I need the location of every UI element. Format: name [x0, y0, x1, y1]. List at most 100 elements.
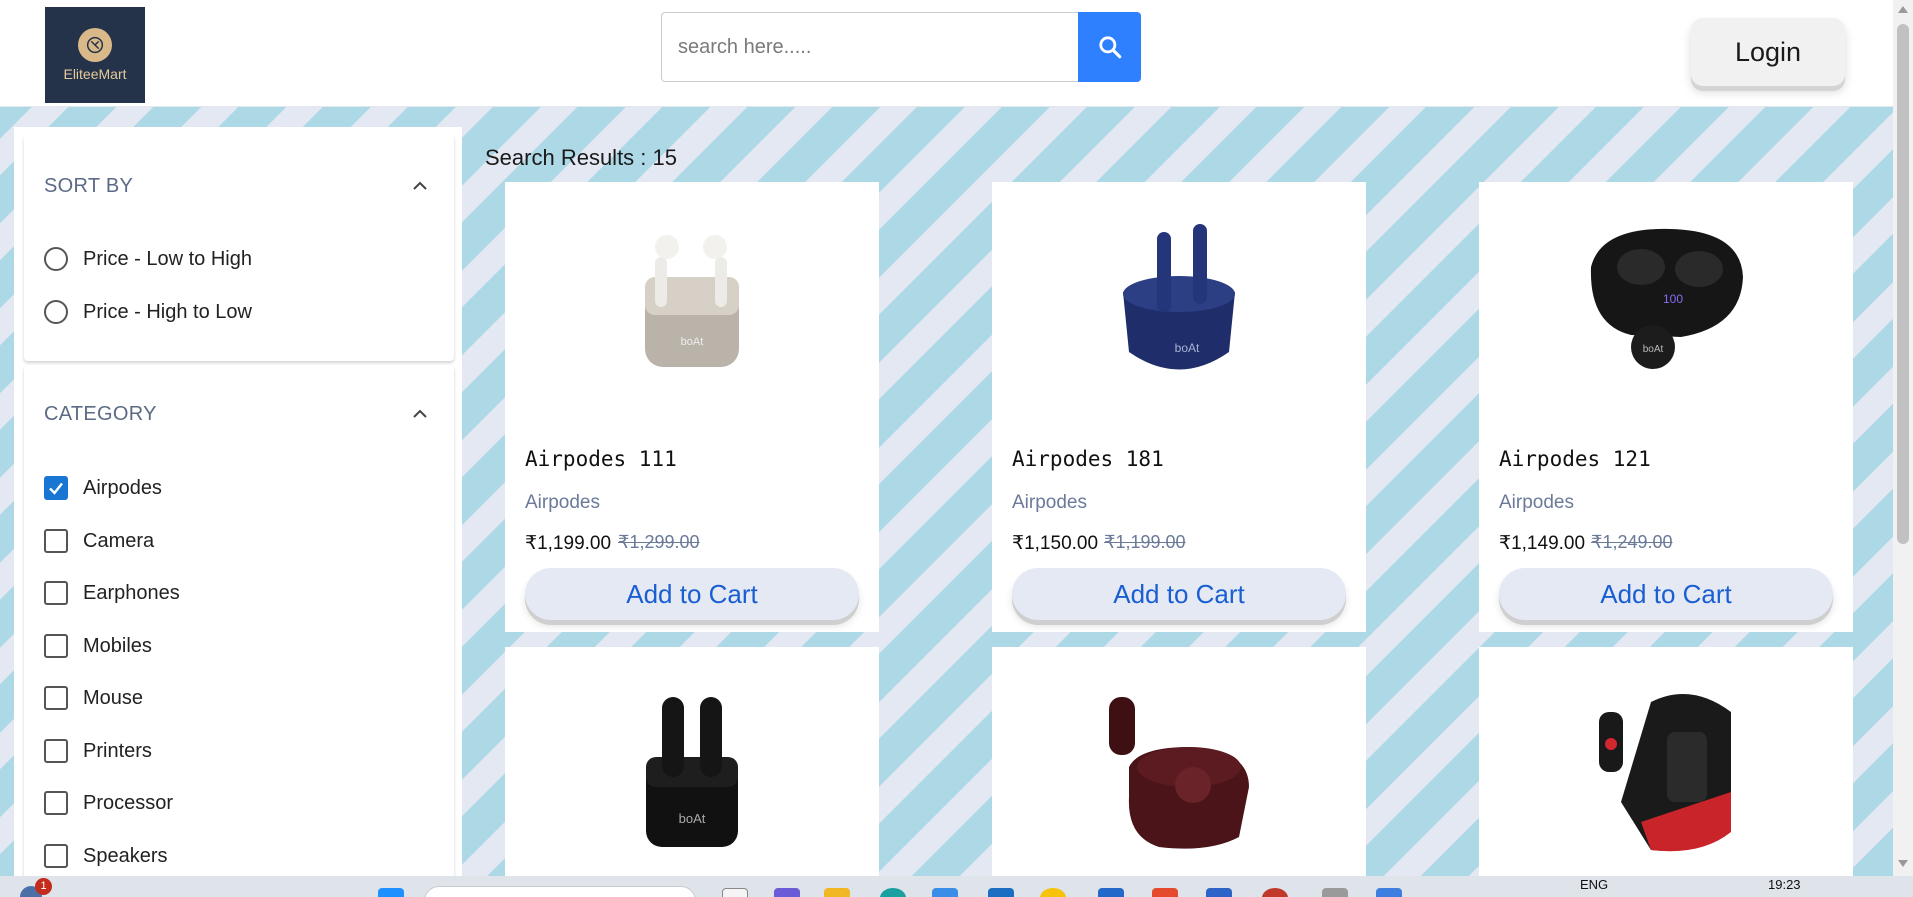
sort-option-high-to-low[interactable]: Price - High to Low: [44, 300, 252, 324]
category-option-processor[interactable]: Processor: [44, 791, 173, 815]
notification-badge: 1: [35, 878, 52, 895]
category-option-mouse[interactable]: Mouse: [44, 686, 143, 710]
checkbox[interactable]: [44, 686, 68, 710]
product-original-price: ₹1,199.00: [1104, 532, 1186, 552]
office-icon[interactable]: [1152, 888, 1178, 897]
product-card[interactable]: [1479, 647, 1853, 887]
product-image[interactable]: [992, 647, 1366, 887]
product-price: ₹1,150.00: [1012, 533, 1099, 554]
category-option-mobiles[interactable]: Mobiles: [44, 634, 152, 658]
product-image[interactable]: boAt: [505, 182, 879, 412]
product-name[interactable]: Airpodes 181: [1012, 447, 1164, 471]
category-panel: CATEGORY Airpodes Camera Earphones Mobil…: [24, 365, 454, 897]
checkbox-checked[interactable]: [44, 476, 68, 500]
app-icon[interactable]: [1376, 888, 1402, 897]
product-image[interactable]: 100 boAt: [1479, 182, 1853, 412]
product-card[interactable]: [992, 647, 1366, 887]
clock-time[interactable]: 19:23: [1768, 877, 1801, 892]
product-name[interactable]: Airpodes 111: [525, 447, 677, 471]
category-option-earphones[interactable]: Earphones: [44, 581, 180, 605]
category-title: CATEGORY: [44, 403, 157, 425]
checkmark-icon: [49, 482, 63, 495]
opera-icon[interactable]: [1262, 888, 1288, 897]
word-icon[interactable]: [1206, 888, 1232, 897]
add-to-cart-button[interactable]: Add to Cart: [1499, 568, 1833, 620]
chevron-up-icon[interactable]: [410, 407, 430, 421]
checkbox[interactable]: [44, 634, 68, 658]
mail-icon[interactable]: [988, 888, 1014, 897]
product-image[interactable]: [1479, 647, 1853, 887]
category-label: Airpodes: [83, 476, 162, 499]
radio-button[interactable]: [44, 247, 68, 271]
category-option-printers[interactable]: Printers: [44, 739, 152, 763]
chevron-up-icon[interactable]: [410, 179, 430, 193]
search-button[interactable]: [1078, 12, 1141, 82]
app-icon[interactable]: [1322, 888, 1348, 897]
product-name[interactable]: Airpodes 121: [1499, 447, 1651, 471]
svg-text:boAt: boAt: [1643, 344, 1664, 355]
product-price: ₹1,199.00: [525, 533, 612, 554]
login-button[interactable]: Login: [1691, 18, 1845, 86]
product-card[interactable]: boAt: [505, 647, 879, 887]
taskbar-search-box[interactable]: [424, 886, 696, 897]
windows-start-icon[interactable]: [378, 888, 404, 897]
main-content: SORT BY Price - Low to High Price - High…: [0, 107, 1893, 897]
search-input[interactable]: [661, 12, 1079, 82]
category-label: Camera: [83, 529, 155, 552]
product-image[interactable]: boAt: [505, 647, 879, 887]
logo-text: EliteeMart: [63, 66, 127, 82]
gaming-earbuds-image: [1599, 694, 1731, 852]
category-option-airpodes[interactable]: Airpodes: [44, 476, 162, 500]
scroll-up-icon[interactable]: [1898, 6, 1908, 13]
category-label: Mouse: [83, 686, 144, 709]
blue-earbuds-image: boAt: [1123, 224, 1235, 370]
teams-icon[interactable]: [774, 888, 800, 897]
sort-option-label: Price - High to Low: [83, 300, 252, 323]
windows-taskbar: 1 ENG 19:23: [0, 876, 1913, 897]
scroll-thumb[interactable]: [1897, 24, 1909, 544]
product-original-price: ₹1,249.00: [1591, 532, 1673, 552]
black-earbuds-image: boAt: [646, 697, 738, 847]
page-scrollbar[interactable]: [1893, 0, 1913, 876]
product-card[interactable]: boAt Airpodes 181 Airpodes ₹1,150.00 ₹1,…: [992, 182, 1366, 632]
sort-by-title: SORT BY: [44, 175, 134, 197]
svg-text:boAt: boAt: [679, 811, 706, 826]
checkbox[interactable]: [44, 581, 68, 605]
scroll-down-icon[interactable]: [1898, 860, 1908, 867]
product-category: Airpodes: [1012, 492, 1087, 513]
white-earbuds-image: boAt: [645, 235, 739, 367]
product-category: Airpodes: [525, 492, 600, 513]
svg-text:boAt: boAt: [1175, 341, 1200, 355]
checkbox[interactable]: [44, 791, 68, 815]
category-label: Printers: [83, 739, 152, 762]
category-label: Processor: [83, 791, 174, 814]
svg-text:100: 100: [1663, 292, 1683, 306]
category-label: Mobiles: [83, 634, 152, 657]
task-view-icon[interactable]: [722, 888, 748, 897]
search-icon: [1098, 36, 1121, 59]
product-price: ₹1,149.00: [1499, 533, 1586, 554]
edge-browser-icon[interactable]: [880, 888, 906, 897]
store-icon[interactable]: [932, 888, 958, 897]
category-option-speakers[interactable]: Speakers: [44, 844, 168, 868]
maroon-earbuds-image: [1109, 697, 1249, 849]
vscode-icon[interactable]: [1098, 888, 1124, 897]
product-image[interactable]: boAt: [992, 182, 1366, 412]
checkbox[interactable]: [44, 529, 68, 553]
elitee-mart-logo[interactable]: EliteeMart: [45, 7, 145, 103]
checkbox[interactable]: [44, 739, 68, 763]
add-to-cart-button[interactable]: Add to Cart: [525, 568, 859, 620]
sort-by-panel: SORT BY Price - Low to High Price - High…: [24, 135, 454, 361]
product-card[interactable]: 100 boAt Airpodes 121 Airpodes ₹1,149.00…: [1479, 182, 1853, 632]
checkbox[interactable]: [44, 844, 68, 868]
category-option-camera[interactable]: Camera: [44, 529, 154, 553]
sort-option-low-to-high[interactable]: Price - Low to High: [44, 247, 252, 271]
category-label: Earphones: [83, 581, 180, 604]
file-explorer-icon[interactable]: [824, 888, 850, 897]
sort-option-label: Price - Low to High: [83, 247, 252, 270]
radio-button[interactable]: [44, 300, 68, 324]
product-card[interactable]: boAt Airpodes 111 Airpodes ₹1,199.00 ₹1,…: [505, 182, 879, 632]
add-to-cart-button[interactable]: Add to Cart: [1012, 568, 1346, 620]
chrome-icon[interactable]: [1040, 888, 1066, 897]
language-indicator[interactable]: ENG: [1580, 877, 1608, 892]
